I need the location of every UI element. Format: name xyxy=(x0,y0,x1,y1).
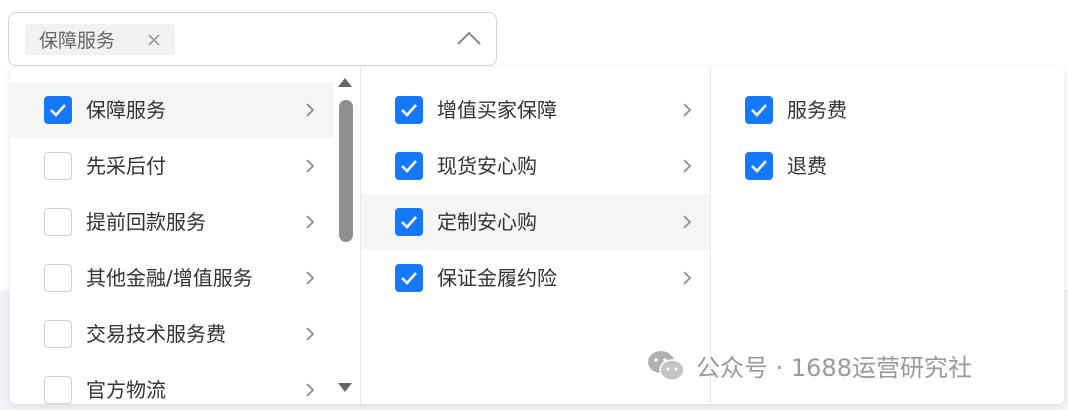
chevron-right-icon xyxy=(683,271,692,285)
checkbox-unchecked[interactable] xyxy=(44,208,72,236)
cascader-column-1: 保障服务 先采后付 提前回款服务 其他金融/增值服务 交易技术服务费 官方物流 xyxy=(10,68,360,404)
checkmark-icon xyxy=(401,216,417,229)
option-label: 现货安心购 xyxy=(437,154,537,178)
option-row[interactable]: 先采后付 xyxy=(10,138,333,194)
checkbox-unchecked[interactable] xyxy=(44,152,72,180)
option-label: 官方物流 xyxy=(86,378,166,402)
option-row[interactable]: 官方物流 xyxy=(10,362,333,404)
option-label: 先采后付 xyxy=(86,154,166,178)
checkmark-icon xyxy=(401,104,417,117)
option-row[interactable]: 现货安心购 xyxy=(361,138,710,194)
checkbox-checked[interactable] xyxy=(395,208,423,236)
option-row[interactable]: 交易技术服务费 xyxy=(10,306,333,362)
chevron-right-icon xyxy=(306,327,315,341)
checkbox-unchecked[interactable] xyxy=(44,376,72,404)
selected-tag: 保障服务 xyxy=(25,24,175,55)
checkbox-checked[interactable] xyxy=(395,96,423,124)
option-label: 服务费 xyxy=(787,98,847,122)
checkbox-checked[interactable] xyxy=(395,264,423,292)
checkbox-checked[interactable] xyxy=(745,152,773,180)
checkbox-unchecked[interactable] xyxy=(44,320,72,348)
checkmark-icon xyxy=(751,160,767,173)
checkbox-checked[interactable] xyxy=(395,152,423,180)
option-label: 增值买家保障 xyxy=(437,98,557,122)
chevron-right-icon xyxy=(306,103,315,117)
option-label: 定制安心购 xyxy=(437,210,537,234)
watermark-text: 公众号 · 1688运营研究社 xyxy=(696,354,972,382)
chevron-right-icon xyxy=(306,383,315,397)
chevron-right-icon xyxy=(683,159,692,173)
chevron-right-icon xyxy=(683,103,692,117)
checkbox-unchecked[interactable] xyxy=(44,264,72,292)
option-label: 其他金融/增值服务 xyxy=(86,266,253,290)
chevron-right-icon xyxy=(683,215,692,229)
option-row[interactable]: 提前回款服务 xyxy=(10,194,333,250)
cascader-select-input[interactable]: 保障服务 xyxy=(8,12,497,66)
option-row[interactable]: 服务费 xyxy=(711,82,1060,138)
close-icon[interactable] xyxy=(147,33,161,47)
checkmark-icon xyxy=(401,272,417,285)
checkmark-icon xyxy=(401,160,417,173)
checkbox-checked[interactable] xyxy=(745,96,773,124)
watermark: 公众号 · 1688运营研究社 xyxy=(646,348,972,383)
option-row[interactable]: 保障服务 xyxy=(10,82,333,138)
scroll-down-arrow-icon[interactable] xyxy=(337,382,353,394)
option-row[interactable]: 保证金履约险 xyxy=(361,250,710,306)
chevron-up-icon[interactable] xyxy=(456,28,482,48)
option-label: 提前回款服务 xyxy=(86,210,206,234)
option-row[interactable]: 增值买家保障 xyxy=(361,82,710,138)
option-label: 保障服务 xyxy=(86,98,166,122)
checkmark-icon xyxy=(50,104,66,117)
checkmark-icon xyxy=(751,104,767,117)
option-label: 保证金履约险 xyxy=(437,266,557,290)
scroll-up-arrow-icon[interactable] xyxy=(337,76,353,88)
scrollbar-thumb[interactable] xyxy=(339,100,353,242)
checkbox-checked[interactable] xyxy=(44,96,72,124)
chevron-right-icon xyxy=(306,215,315,229)
chevron-right-icon xyxy=(306,271,315,285)
option-row[interactable]: 退费 xyxy=(711,138,1060,194)
option-label: 退费 xyxy=(787,154,827,178)
option-row[interactable]: 定制安心购 xyxy=(361,194,710,250)
option-label: 交易技术服务费 xyxy=(86,322,226,346)
chevron-right-icon xyxy=(306,159,315,173)
option-row[interactable]: 其他金融/增值服务 xyxy=(10,250,333,306)
wechat-icon xyxy=(648,350,685,381)
selected-tag-label: 保障服务 xyxy=(39,30,116,52)
